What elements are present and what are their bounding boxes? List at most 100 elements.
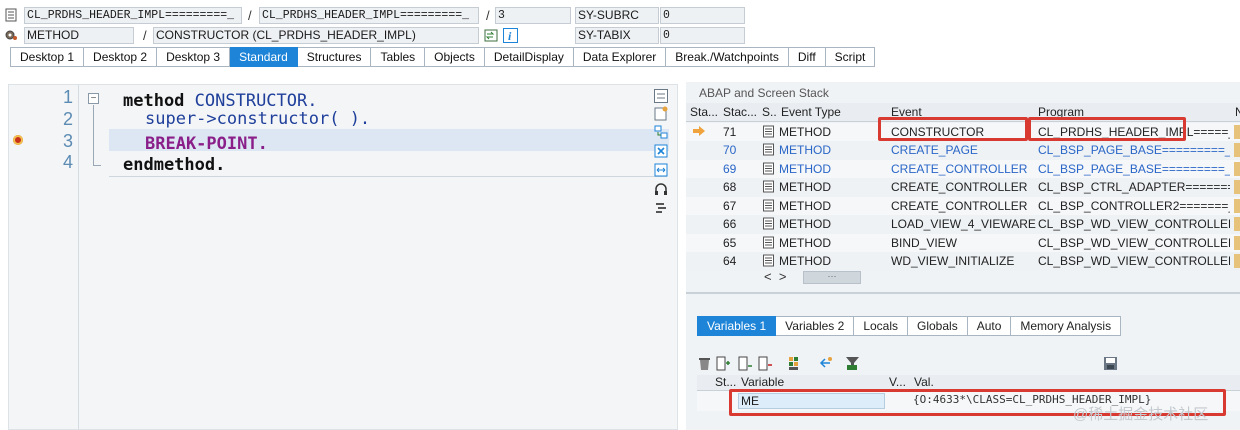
layout-icon[interactable]: [653, 88, 669, 104]
column-header-v[interactable]: V...: [889, 375, 906, 390]
line-number-field[interactable]: 3: [495, 7, 571, 24]
fold-collapse-icon[interactable]: −: [88, 93, 99, 104]
column-header-event-type[interactable]: Event Type: [781, 103, 881, 121]
column-header-variable[interactable]: Variable: [741, 375, 784, 390]
current-position-arrow-icon: [692, 124, 706, 143]
tab-objects[interactable]: Objects: [425, 47, 485, 67]
stack-row[interactable]: 68 METHOD CREATE_CONTROLLER CL_BSP_CTRL_ADA…: [686, 178, 1240, 197]
stack-row[interactable]: 64 METHOD WD_VIEW_INITIALIZE CL_BSP_WD_VIEW…: [686, 252, 1240, 271]
program-type-icon: [762, 252, 778, 270]
expand-arrows-icon[interactable]: [818, 356, 833, 371]
grid-icon[interactable]: [788, 356, 803, 371]
tab-memory-analysis[interactable]: Memory Analysis: [1011, 316, 1122, 336]
replace-tool-icon[interactable]: [653, 124, 669, 140]
stack-row[interactable]: 65 METHOD BIND_VIEW CL_BSP_WD_VIEW_CONTROLL…: [686, 233, 1240, 252]
headset-icon[interactable]: [653, 181, 669, 197]
stack-row[interactable]: 70 METHOD CREATE_PAGE CL_BSP_PAGE_BASE=====…: [686, 141, 1240, 160]
tab-break-watchpoints[interactable]: Break./Watchpoints: [666, 47, 789, 67]
stack-row[interactable]: 67 METHOD CREATE_CONTROLLER CL_BSP_CONTROLL…: [686, 196, 1240, 215]
stack-level: 67: [723, 198, 737, 213]
tab-locals[interactable]: Locals: [854, 316, 908, 336]
tab-globals[interactable]: Globals: [908, 316, 968, 336]
filter-icon[interactable]: [845, 356, 860, 371]
tab-variables-2[interactable]: Variables 2: [776, 316, 855, 336]
column-header-n[interactable]: N: [1235, 103, 1240, 121]
stack-row[interactable]: 69 METHOD CREATE_CONTROLLER CL_BSP_PAGE_BAS…: [686, 159, 1240, 178]
column-header-val[interactable]: Val.: [914, 375, 934, 390]
column-header-s[interactable]: S..: [762, 103, 778, 121]
program-type-icon: [762, 234, 778, 252]
event-type: METHOD: [779, 198, 831, 213]
tab-detail-display[interactable]: DetailDisplay: [484, 47, 574, 67]
event-type: METHOD: [779, 143, 831, 157]
resize-tool-icon[interactable]: [653, 162, 669, 178]
annotation-box-event: [878, 117, 1028, 141]
column-header-stack[interactable]: Stac...: [723, 103, 759, 121]
separator: /: [248, 8, 252, 23]
stack-level: 68: [723, 180, 737, 194]
source-code-editor[interactable]: 1 2 3 4 − method CONSTRUCTOR. super->con…: [8, 84, 678, 430]
stack-level: 69: [723, 161, 737, 176]
insert-row-icon[interactable]: [716, 356, 731, 371]
event-name: CREATE_CONTROLLER: [891, 198, 1028, 213]
column-header-status[interactable]: Sta...: [690, 103, 720, 121]
append-row-icon[interactable]: [738, 356, 753, 371]
method-name-field[interactable]: CONSTRUCTOR (CL_PRDHS_HEADER_IMPL): [153, 27, 479, 44]
line-number: 3: [62, 131, 73, 151]
program-name-field[interactable]: CL_PRDHS_HEADER_IMPL=========_: [24, 7, 242, 24]
tab-standard[interactable]: Standard: [230, 47, 298, 67]
code-line-4: endmethod.: [123, 155, 226, 175]
event-name: CREATE_PAGE: [891, 143, 978, 157]
tab-desktop-3[interactable]: Desktop 3: [157, 47, 231, 67]
pane-splitter[interactable]: [686, 292, 1240, 294]
tab-desktop-1[interactable]: Desktop 1: [10, 47, 85, 67]
breakpoint-icon[interactable]: [13, 135, 23, 145]
event-type: METHOD: [779, 235, 831, 250]
separator: /: [143, 28, 147, 43]
tab-tables[interactable]: Tables: [371, 47, 426, 67]
horizontal-scroll-arrows[interactable]: < >: [764, 269, 786, 284]
program-type-icon: [762, 197, 778, 215]
editor-rule: [109, 176, 667, 177]
sy-subrc-label: SY-SUBRC: [575, 7, 659, 24]
tab-auto[interactable]: Auto: [967, 316, 1012, 336]
program-name: CL_BSP_WD_VIEW_CONTROLLER==_: [1038, 217, 1230, 231]
event-type-field[interactable]: METHOD: [24, 27, 134, 44]
overflow-marker: [1234, 161, 1240, 176]
fold-guide-end: [93, 165, 101, 166]
debug-step-icon[interactable]: [653, 200, 669, 216]
info-icon[interactable]: i: [503, 28, 518, 43]
scroll-right-arrow[interactable]: >: [779, 269, 787, 284]
program-name: CL_BSP_PAGE_BASE=========_: [1038, 161, 1230, 176]
close-tool-icon[interactable]: [653, 143, 669, 159]
line-number: 2: [62, 109, 73, 129]
navigate-icon[interactable]: [484, 28, 499, 43]
save-icon[interactable]: [1103, 356, 1118, 371]
stack-level: 64: [723, 254, 737, 268]
event-name: LOAD_VIEW_4_VIEWAREA: [891, 217, 1036, 231]
tab-structures[interactable]: Structures: [297, 47, 372, 67]
overflow-marker: [1234, 254, 1240, 268]
fold-guide: [93, 105, 94, 165]
trash-icon[interactable]: [697, 356, 712, 371]
program-type-icon: [762, 160, 778, 178]
scroll-left-arrow[interactable]: <: [764, 269, 772, 284]
delete-row-icon[interactable]: [758, 356, 773, 371]
tab-data-explorer[interactable]: Data Explorer: [573, 47, 667, 67]
include-name-field[interactable]: CL_PRDHS_HEADER_IMPL=========_: [259, 7, 479, 24]
tab-script[interactable]: Script: [825, 47, 876, 67]
program-type-icon: [762, 178, 778, 196]
new-document-icon[interactable]: [653, 106, 669, 122]
editor-gutter[interactable]: 1 2 3 4: [9, 85, 79, 429]
code-line-3: BREAK-POINT.: [145, 134, 268, 154]
program-name: CL_BSP_CTRL_ADAPTER=======_: [1038, 180, 1230, 194]
stack-level: 71: [723, 124, 737, 139]
column-header-st[interactable]: St...: [715, 375, 736, 390]
stack-level: 66: [723, 217, 737, 231]
tab-variables-1[interactable]: Variables 1: [697, 316, 777, 336]
tab-desktop-2[interactable]: Desktop 2: [84, 47, 158, 67]
program-name: CL_BSP_CONTROLLER2=======_: [1038, 198, 1230, 213]
horizontal-scrollbar-thumb[interactable]: ···: [803, 271, 861, 284]
tab-diff[interactable]: Diff: [788, 47, 826, 67]
stack-row[interactable]: 66 METHOD LOAD_VIEW_4_VIEWAREA CL_BSP_WD_VI…: [686, 215, 1240, 234]
